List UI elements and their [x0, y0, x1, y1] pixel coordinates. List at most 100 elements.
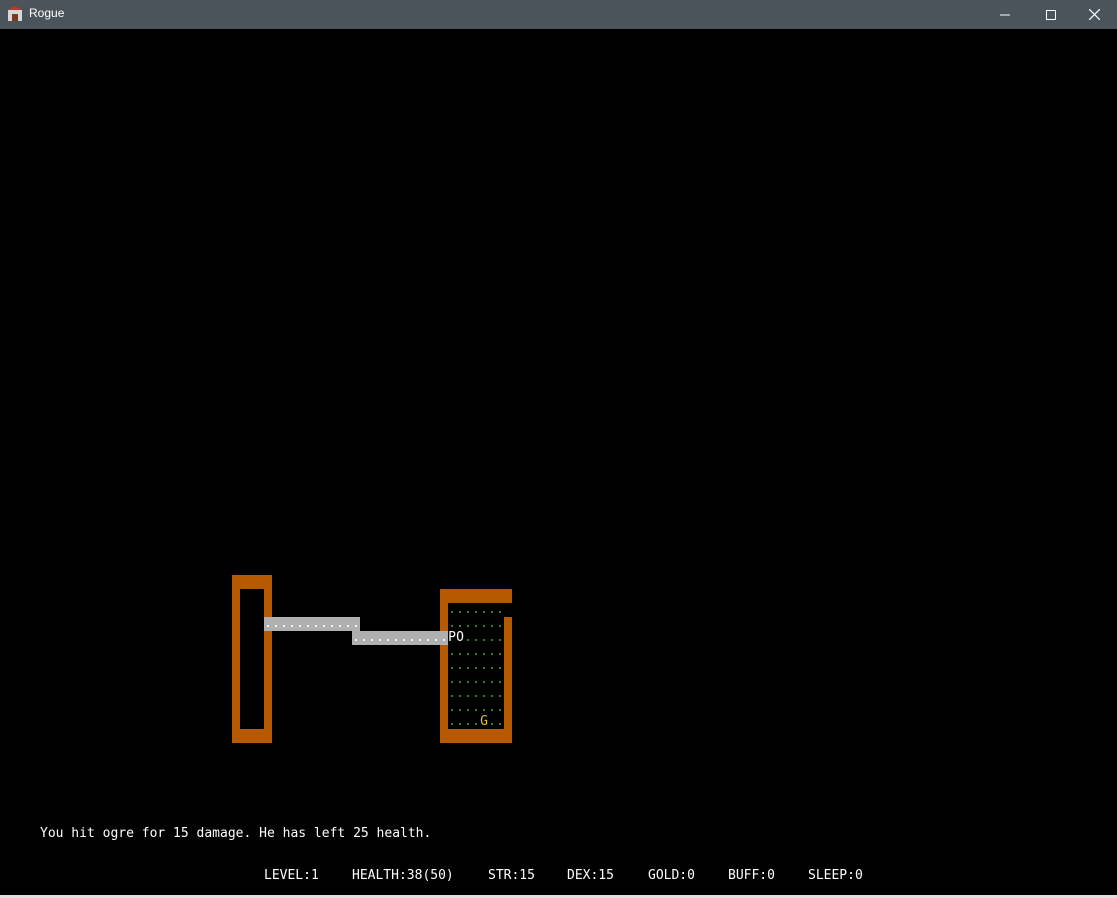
floor-tile: . [448, 700, 456, 715]
corridor-tile: . [400, 630, 408, 645]
floor-tile: . [464, 686, 472, 701]
floor-tile: . [496, 644, 504, 659]
floor-tile: . [488, 700, 496, 715]
floor-tile: . [496, 686, 504, 701]
corridor-tile: . [344, 616, 352, 631]
floor-tile: . [488, 658, 496, 673]
right-room-wall-right [504, 617, 512, 743]
stat-str: STR:15 [488, 868, 535, 883]
floor-tile: . [472, 658, 480, 673]
corridor-tile: . [360, 630, 368, 645]
floor-tile: . [456, 714, 464, 729]
floor-tile: . [464, 630, 472, 645]
floor-tile: . [464, 616, 472, 631]
corridor-tile: . [328, 616, 336, 631]
corridor-tile: . [392, 630, 400, 645]
corridor-tile: . [264, 616, 272, 631]
floor-tile: . [456, 644, 464, 659]
game-window: Rogue ..................................… [0, 0, 1117, 898]
gold-pile: G [480, 714, 488, 729]
floor-tile: . [488, 644, 496, 659]
floor-tile: . [472, 686, 480, 701]
floor-tile: . [480, 686, 488, 701]
floor-tile: . [456, 672, 464, 687]
minimize-icon [1000, 14, 1010, 15]
floor-tile: . [472, 616, 480, 631]
floor-tile: . [448, 686, 456, 701]
corridor-tile: . [368, 630, 376, 645]
floor-tile: . [448, 602, 456, 617]
player-character: P [448, 630, 456, 645]
left-room-interior [240, 589, 264, 729]
floor-tile: . [464, 644, 472, 659]
corridor-tile: . [312, 616, 320, 631]
stat-dex: DEX:15 [567, 868, 614, 883]
corridor-tile: . [408, 630, 416, 645]
ogre-monster: O [456, 630, 464, 645]
corridor-tile: . [432, 630, 440, 645]
floor-tile: . [488, 616, 496, 631]
game-viewport[interactable]: ........................................… [0, 29, 1117, 898]
stat-buff: BUFF:0 [728, 868, 775, 883]
floor-tile: . [488, 686, 496, 701]
floor-tile: . [488, 714, 496, 729]
corridor-tile: . [440, 630, 448, 645]
maximize-button[interactable] [1028, 0, 1074, 29]
floor-tile: . [456, 658, 464, 673]
floor-tile: . [456, 616, 464, 631]
rogue-app-icon [8, 6, 22, 21]
floor-tile: . [472, 630, 480, 645]
floor-tile: . [472, 700, 480, 715]
floor-tile: . [464, 672, 472, 687]
floor-tile: . [472, 714, 480, 729]
floor-tile: . [480, 658, 488, 673]
corridor-tile: . [384, 630, 392, 645]
corridor-tile: . [336, 616, 344, 631]
floor-tile: . [448, 672, 456, 687]
minimize-button[interactable] [982, 0, 1028, 29]
floor-tile: . [464, 700, 472, 715]
corridor-tile: . [352, 630, 360, 645]
floor-tile: . [448, 714, 456, 729]
floor-tile: . [464, 658, 472, 673]
floor-tile: . [456, 686, 464, 701]
close-button[interactable] [1071, 0, 1117, 29]
maximize-icon [1046, 9, 1056, 20]
floor-tile: . [496, 658, 504, 673]
floor-tile: . [472, 602, 480, 617]
stat-sleep: SLEEP:0 [808, 868, 863, 883]
window-title: Rogue [29, 6, 65, 20]
floor-tile: . [448, 658, 456, 673]
corridor-tile: . [352, 616, 360, 631]
floor-tile: . [480, 672, 488, 687]
corridor-tile: . [280, 616, 288, 631]
floor-tile: . [496, 672, 504, 687]
corridor-tile: . [376, 630, 384, 645]
floor-tile: . [456, 602, 464, 617]
corridor-tile: . [416, 630, 424, 645]
floor-tile: . [496, 602, 504, 617]
right-room-wall-bottom [440, 729, 512, 743]
floor-tile: . [496, 700, 504, 715]
corridor-tile: . [424, 630, 432, 645]
stat-level: LEVEL:1 [264, 868, 319, 883]
floor-tile: . [488, 672, 496, 687]
floor-tile: . [464, 714, 472, 729]
floor-tile: . [472, 672, 480, 687]
floor-tile: . [480, 700, 488, 715]
corridor-tile: . [272, 616, 280, 631]
floor-tile: . [496, 616, 504, 631]
floor-tile: . [480, 644, 488, 659]
stat-health: HEALTH:38(50) [352, 868, 454, 883]
corridor-tile: . [320, 616, 328, 631]
title-bar[interactable]: Rogue [0, 0, 1117, 29]
floor-tile: . [480, 616, 488, 631]
close-icon [1088, 9, 1100, 20]
corridor-tile: . [304, 616, 312, 631]
floor-tile: . [456, 700, 464, 715]
floor-tile: . [496, 714, 504, 729]
floor-tile: . [448, 616, 456, 631]
floor-tile: . [496, 630, 504, 645]
corridor-tile: . [288, 616, 296, 631]
floor-tile: . [480, 630, 488, 645]
